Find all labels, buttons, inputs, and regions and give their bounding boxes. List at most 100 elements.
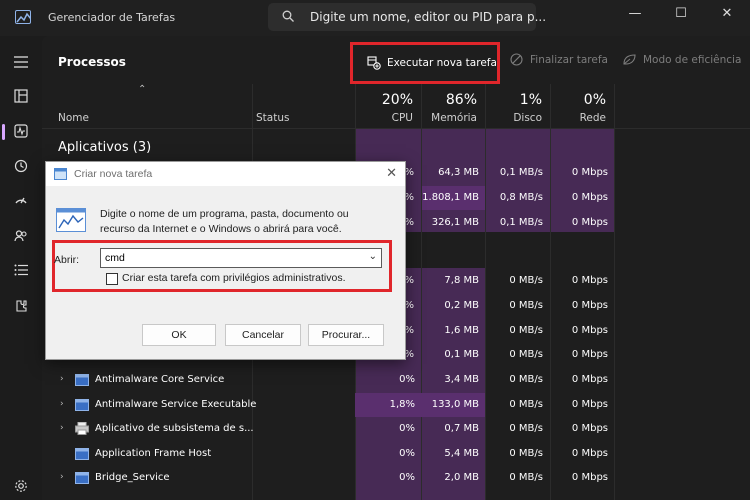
process-window-icon — [75, 472, 89, 484]
row-disk: 0 MB/s — [509, 399, 543, 410]
end-task-icon — [510, 53, 523, 66]
nav-app-history-icon[interactable] — [9, 154, 33, 178]
row-network: 0 Mbps — [571, 399, 608, 410]
process-name: Application Frame Host — [95, 448, 212, 459]
search-input[interactable]: Digite um nome, editor ou PID para p... — [268, 3, 546, 31]
admin-privileges-label[interactable]: Criar esta tarefa com privilégios admini… — [122, 272, 346, 284]
row-memory: 3,4 MB — [444, 374, 479, 385]
status-column-label: Status — [256, 112, 290, 124]
table-row[interactable]: › Antimalware Core Service 0% 3,4 MB 0 M… — [42, 368, 750, 392]
search-icon — [282, 10, 294, 25]
page-title: Processos — [58, 55, 126, 69]
row-memory: 64,3 MB — [438, 167, 479, 178]
open-label: Abrir: — [54, 254, 80, 266]
memory-column-label: Memória — [431, 112, 477, 124]
nav-processes-icon[interactable] — [9, 84, 33, 108]
status-column-header[interactable]: Status — [252, 84, 355, 128]
row-network: 0 Mbps — [571, 374, 608, 385]
end-task-button[interactable]: Finalizar tarefa — [510, 53, 608, 66]
name-column-header[interactable]: ⌃ Nome — [42, 84, 252, 128]
table-row[interactable]: Application Frame Host 0% 5,4 MB 0 MB/s … — [42, 442, 750, 466]
row-memory: 0,7 MB — [444, 423, 479, 434]
process-name: Antimalware Service Executable — [95, 399, 257, 410]
close-button[interactable]: ✕ — [704, 6, 750, 34]
process-name: Bridge_Service — [95, 472, 170, 483]
maximize-button[interactable]: ☐ — [658, 6, 704, 34]
network-usage-percent: 0% — [583, 92, 606, 108]
row-memory: 7,8 MB — [444, 275, 479, 286]
row-cpu: 0% — [399, 423, 415, 434]
memory-column-header[interactable]: 86% Memória — [421, 84, 485, 128]
header-divider — [42, 128, 750, 129]
expand-chevron-icon[interactable]: › — [60, 423, 64, 433]
row-memory: 326,1 MB — [431, 217, 479, 228]
row-memory: 133,0 MB — [431, 399, 479, 410]
row-disk: 0 MB/s — [509, 275, 543, 286]
expand-chevron-icon[interactable]: › — [60, 399, 64, 409]
apps-section-title: Aplicativos (3) — [58, 140, 152, 155]
printer-icon — [75, 422, 89, 435]
row-network: 0 Mbps — [571, 472, 608, 483]
nav-details-icon[interactable] — [9, 258, 33, 282]
memory-usage-percent: 86% — [445, 92, 477, 108]
row-disk: 0 MB/s — [509, 349, 543, 360]
row-disk: 0 MB/s — [509, 325, 543, 336]
chevron-down-icon[interactable]: ⌄ — [369, 251, 377, 262]
row-memory: 0,2 MB — [444, 300, 479, 311]
nav-users-icon[interactable] — [9, 224, 33, 248]
table-row[interactable]: › Bridge_Service 0% 2,0 MB 0 MB/s 0 Mbps — [42, 466, 750, 490]
row-network: 0 Mbps — [571, 167, 608, 178]
row-disk: 0,8 MB/s — [499, 192, 543, 203]
row-disk: 0 MB/s — [509, 423, 543, 434]
process-name: Aplicativo de subsistema de s... — [95, 423, 254, 434]
row-disk: 0,1 MB/s — [499, 167, 543, 178]
row-disk: 0,1 MB/s — [499, 217, 543, 228]
table-row[interactable]: › Aplicativo de subsistema de s... 0% 0,… — [42, 417, 750, 441]
side-nav — [0, 36, 42, 500]
row-network: 0 Mbps — [571, 325, 608, 336]
row-cpu: 0% — [399, 448, 415, 459]
table-row[interactable]: › Antimalware Service Executable 1,8% 13… — [42, 393, 750, 417]
dialog-message: Digite o nome de um programa, pasta, doc… — [100, 208, 349, 235]
row-disk: 0 MB/s — [509, 448, 543, 459]
nav-services-icon[interactable] — [9, 294, 33, 318]
row-memory: 0,1 MB — [444, 349, 479, 360]
nav-performance-icon[interactable] — [9, 119, 33, 143]
efficiency-mode-button[interactable]: Modo de eficiência — [622, 53, 741, 66]
network-column-label: Rede — [579, 112, 606, 124]
row-network: 0 Mbps — [571, 448, 608, 459]
row-cpu: 1,8% — [389, 399, 415, 410]
browse-button[interactable]: Procurar... — [308, 324, 384, 346]
ok-button[interactable]: OK — [142, 324, 216, 346]
row-network: 0 Mbps — [571, 275, 608, 286]
expand-chevron-icon[interactable]: › — [60, 472, 64, 482]
minimize-button[interactable]: — — [612, 6, 658, 34]
process-name: Antimalware Core Service — [95, 374, 225, 385]
network-column-header[interactable]: 0% Rede — [550, 84, 614, 128]
efficiency-mode-label: Modo de eficiência — [643, 53, 742, 66]
cancel-button[interactable]: Cancelar — [225, 324, 301, 346]
open-command-combobox[interactable]: cmd ⌄ — [100, 248, 382, 268]
disk-column-label: Disco — [513, 112, 542, 124]
run-new-task-icon — [367, 56, 381, 70]
process-window-icon — [75, 399, 89, 411]
cpu-column-header[interactable]: 20% CPU — [355, 84, 421, 128]
row-network: 0 Mbps — [571, 300, 608, 311]
admin-privileges-checkbox[interactable] — [106, 273, 118, 285]
row-memory: 2,0 MB — [444, 472, 479, 483]
row-cpu: 0% — [399, 472, 415, 483]
dialog-close-icon[interactable]: ✕ — [386, 165, 397, 181]
row-memory: 1.808,1 MB — [422, 192, 479, 203]
process-window-icon — [75, 374, 89, 386]
row-network: 0 Mbps — [571, 423, 608, 434]
settings-gear-icon[interactable] — [9, 474, 33, 498]
hamburger-menu-icon[interactable] — [9, 50, 33, 74]
run-new-task-button[interactable]: Executar nova tarefa — [350, 42, 500, 84]
nav-startup-apps-icon[interactable] — [9, 188, 33, 212]
disk-usage-percent: 1% — [519, 92, 542, 108]
row-network: 0 Mbps — [571, 217, 608, 228]
leaf-icon — [622, 53, 636, 66]
expand-chevron-icon[interactable]: › — [60, 374, 64, 384]
name-column-label: Nome — [58, 112, 89, 124]
disk-column-header[interactable]: 1% Disco — [485, 84, 550, 128]
